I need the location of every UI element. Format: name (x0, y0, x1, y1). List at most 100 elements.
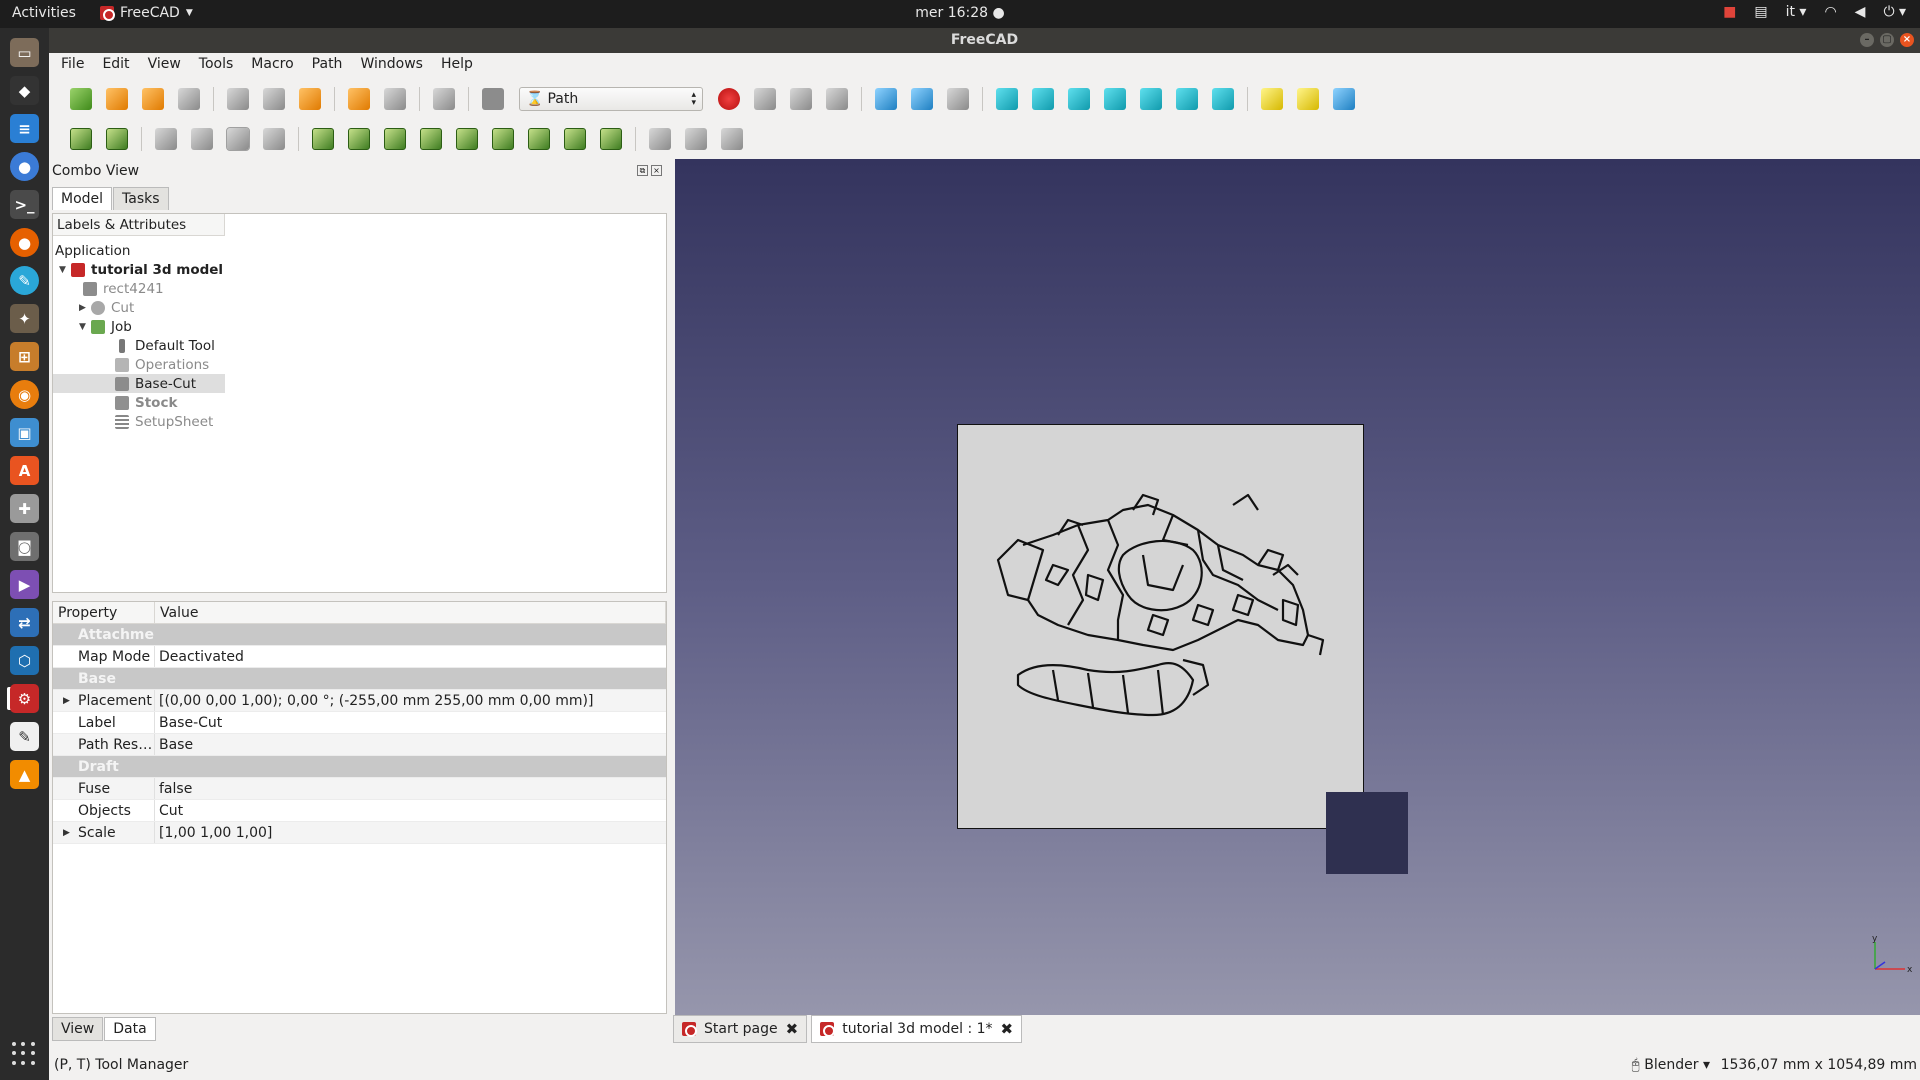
tree-item-operations[interactable]: Operations (115, 355, 209, 374)
tree-item-rect4241[interactable]: rect4241 (83, 279, 164, 298)
tab-tutorial-model[interactable]: tutorial 3d model : 1* ✖ (811, 1015, 1023, 1043)
fit-selection-icon[interactable] (911, 88, 933, 110)
property-value[interactable]: false (155, 781, 192, 797)
property-value[interactable]: Base-Cut (155, 715, 222, 731)
navigation-cube[interactable] (1326, 792, 1408, 874)
pocket-3d-icon[interactable] (420, 128, 442, 150)
3d-view[interactable]: x y (675, 159, 1920, 1015)
fit-all-icon[interactable] (875, 88, 897, 110)
close-panel-icon[interactable]: × (651, 165, 662, 176)
property-column-header[interactable]: Property (53, 602, 155, 623)
volume-icon[interactable]: ◀ (1855, 4, 1866, 20)
open-icon[interactable] (106, 88, 128, 110)
tree-item-cut[interactable]: ▶ Cut (79, 298, 134, 317)
property-value[interactable]: [1,00 1,00 1,00] (155, 825, 272, 841)
editor-icon[interactable]: ✎ (10, 266, 39, 295)
adaptive-icon[interactable] (564, 128, 586, 150)
paste-icon[interactable] (299, 88, 321, 110)
workbench-selector[interactable]: ⌛ Path ▴ ▾ (519, 87, 703, 111)
property-row-scale[interactable]: ▶ Scale [1,00 1,00 1,00] (53, 822, 666, 844)
camera-icon[interactable]: ■ (1723, 4, 1736, 20)
dressup-icon[interactable] (649, 128, 671, 150)
minimize-button[interactable]: – (1860, 33, 1874, 47)
left-view-icon[interactable] (1212, 88, 1234, 110)
files-icon[interactable]: ▭ (10, 38, 39, 67)
menu-view[interactable]: View (148, 56, 181, 72)
property-row-label[interactable]: Label Base-Cut (53, 712, 666, 734)
face-icon[interactable] (492, 128, 514, 150)
close-tab-icon[interactable]: ✖ (1001, 1020, 1014, 1038)
close-tab-icon[interactable]: ✖ (786, 1020, 799, 1038)
tab-data[interactable]: Data (104, 1017, 156, 1041)
property-value[interactable]: Deactivated (155, 649, 244, 665)
rear-view-icon[interactable] (1140, 88, 1162, 110)
chromium-icon[interactable]: ● (10, 152, 39, 181)
tree-item-job[interactable]: ▼ Job (79, 317, 132, 336)
stock-sheet[interactable] (957, 424, 1364, 829)
post-process-icon[interactable] (106, 128, 128, 150)
draw-style-icon[interactable] (947, 88, 969, 110)
menu-macro[interactable]: Macro (251, 56, 293, 72)
engrave-icon[interactable] (600, 128, 622, 150)
new-document-icon[interactable] (70, 88, 92, 110)
helix-icon[interactable] (528, 128, 550, 150)
camera-app-icon[interactable]: ◙ (10, 532, 39, 561)
wifi-icon[interactable]: ◠ (1824, 4, 1836, 20)
menu-windows[interactable]: Windows (360, 56, 423, 72)
front-view-icon[interactable] (1032, 88, 1054, 110)
software-center-icon[interactable]: A (10, 456, 39, 485)
collapse-arrow-icon[interactable]: ▼ (79, 322, 91, 332)
printer-icon[interactable]: ▣ (10, 418, 39, 447)
firefox-icon[interactable]: ● (10, 228, 39, 257)
menu-help[interactable]: Help (441, 56, 473, 72)
property-group-row[interactable]: Base (53, 668, 666, 690)
property-value[interactable]: Cut (155, 803, 183, 819)
property-row-fuse[interactable]: Fuse false (53, 778, 666, 800)
property-row-objects[interactable]: Objects Cut (53, 800, 666, 822)
network-icon[interactable]: ⇄ (10, 608, 39, 637)
job-icon[interactable] (70, 128, 92, 150)
settings-tools-icon[interactable]: ✚ (10, 494, 39, 523)
create-part-icon[interactable] (1297, 88, 1319, 110)
partial-commands-icon[interactable] (685, 128, 707, 150)
power-icon[interactable]: ⏻ ▾ (1883, 4, 1906, 20)
inkscape-icon[interactable]: ◆ (10, 76, 39, 105)
expand-arrow-icon[interactable]: ▶ (79, 303, 91, 313)
cut-icon[interactable] (227, 88, 249, 110)
tree-item-stock[interactable]: Stock (115, 393, 177, 412)
menu-file[interactable]: File (61, 56, 84, 72)
terminal-icon[interactable]: >_ (10, 190, 39, 219)
expand-arrow-icon[interactable]: ▶ (63, 696, 70, 706)
print-icon[interactable] (178, 88, 200, 110)
save-icon[interactable] (142, 88, 164, 110)
tree-item-default-tool[interactable]: Default Tool (115, 336, 215, 355)
profile-faces-icon[interactable] (312, 128, 334, 150)
property-value[interactable]: Base (155, 737, 193, 753)
tool-manager-icon[interactable] (226, 127, 250, 151)
tab-model[interactable]: Model (52, 187, 113, 210)
value-column-header[interactable]: Value (155, 602, 666, 623)
tab-tasks[interactable]: Tasks (113, 187, 169, 210)
virtualbox-icon[interactable]: ⬡ (10, 646, 39, 675)
clipboard-icon[interactable]: ▤ (1754, 4, 1767, 20)
property-row-placement[interactable]: ▶ Placement [(0,00 0,00 1,00); 0,00 °; (-… (53, 690, 666, 712)
refresh-icon[interactable] (433, 88, 455, 110)
isometric-view-icon[interactable] (996, 88, 1018, 110)
menu-tools[interactable]: Tools (199, 56, 234, 72)
stop-macro-icon[interactable] (754, 88, 776, 110)
redo-icon[interactable] (384, 88, 406, 110)
video-icon[interactable]: ▶ (10, 570, 39, 599)
edit-macro-icon[interactable] (790, 88, 812, 110)
float-panel-icon[interactable]: ⧉ (637, 165, 648, 176)
close-window-button[interactable]: × (1900, 33, 1914, 47)
gimp-icon[interactable]: ✦ (10, 304, 39, 333)
property-group-row[interactable]: Draft (53, 756, 666, 778)
tree-item-base-cut[interactable]: Base-Cut (53, 374, 225, 393)
expand-arrow-icon[interactable]: ▼ (59, 265, 71, 275)
diagram-icon[interactable]: ⊞ (10, 342, 39, 371)
navigation-style-selector[interactable]: 🖰 Blender ▾ (1631, 1057, 1710, 1073)
tab-start-page[interactable]: Start page ✖ (673, 1015, 808, 1043)
whats-this-icon[interactable] (482, 88, 504, 110)
toolbit-icon[interactable] (263, 128, 285, 150)
text-editor-icon[interactable]: ✎ (10, 722, 39, 751)
